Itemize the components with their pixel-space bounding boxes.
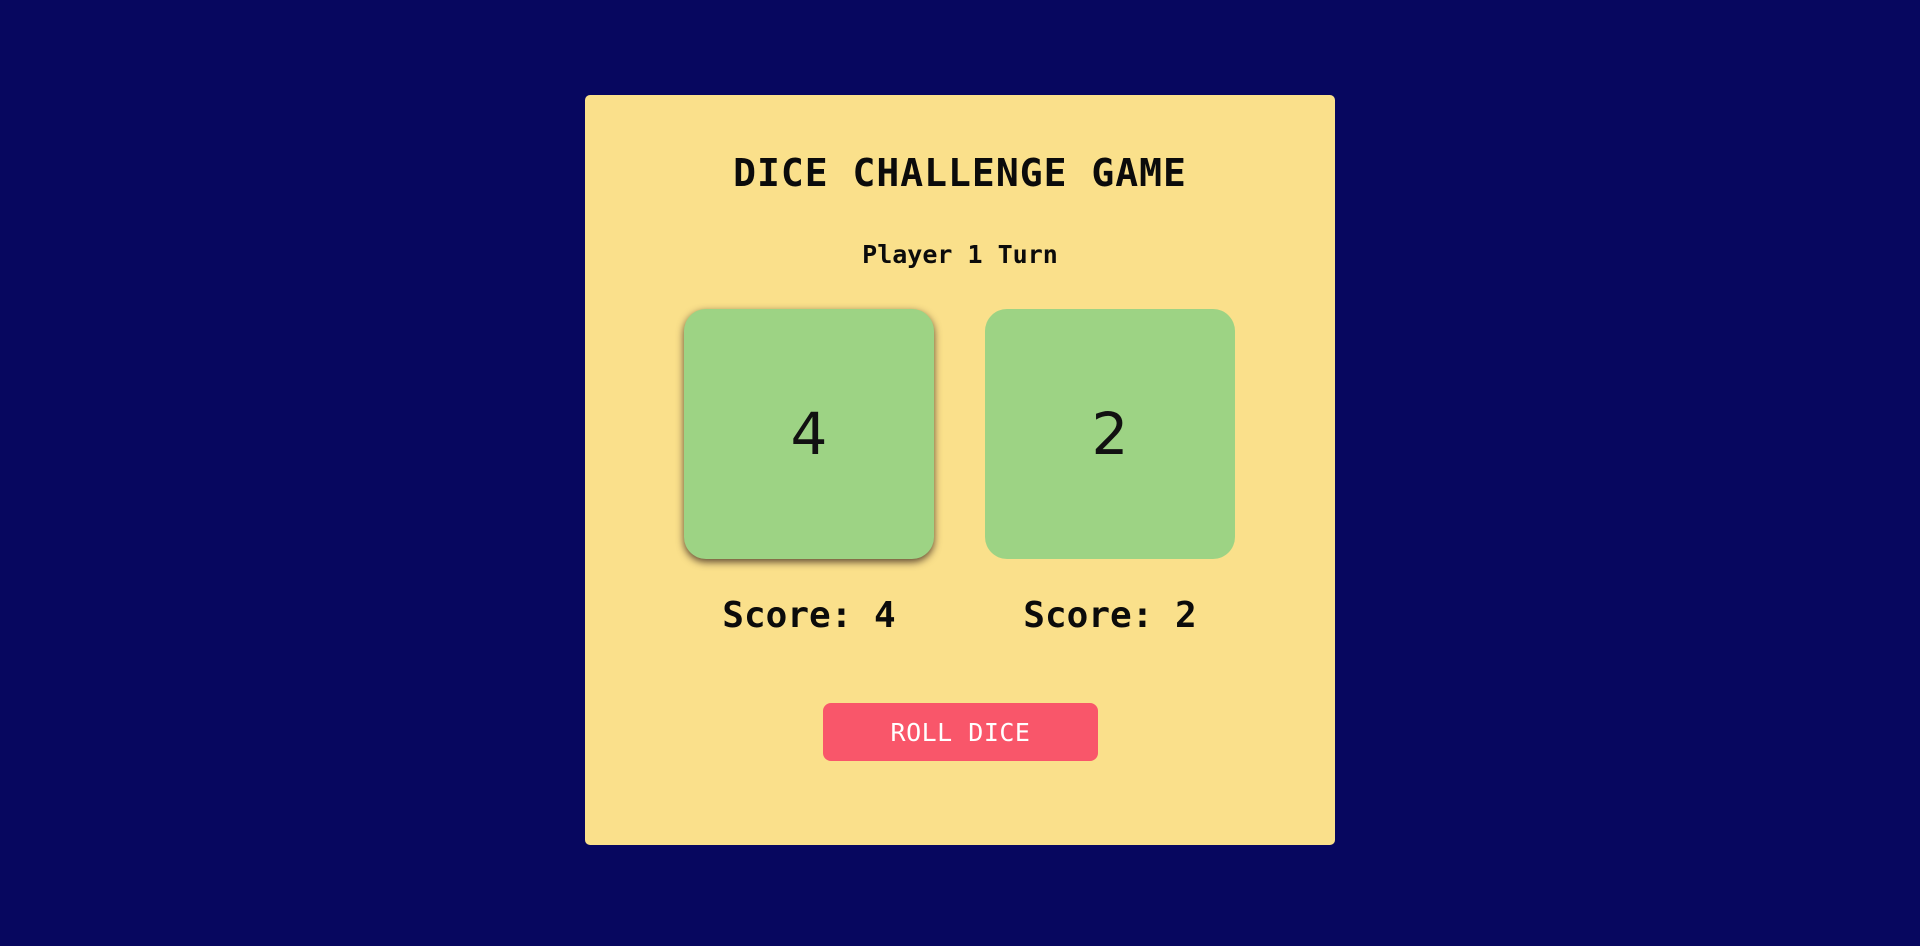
player-2-score: Score: 2 (1023, 595, 1197, 636)
player-2-die: 2 (985, 309, 1235, 559)
turn-indicator: Player 1 Turn (862, 240, 1058, 269)
player-1-die: 4 (684, 309, 934, 559)
game-card: DICE CHALLENGE GAME Player 1 Turn 4 2 Sc… (585, 95, 1335, 845)
roll-dice-button[interactable]: ROLL DICE (823, 703, 1098, 761)
game-title: DICE CHALLENGE GAME (733, 151, 1187, 195)
player-1-score: Score: 4 (722, 595, 896, 636)
